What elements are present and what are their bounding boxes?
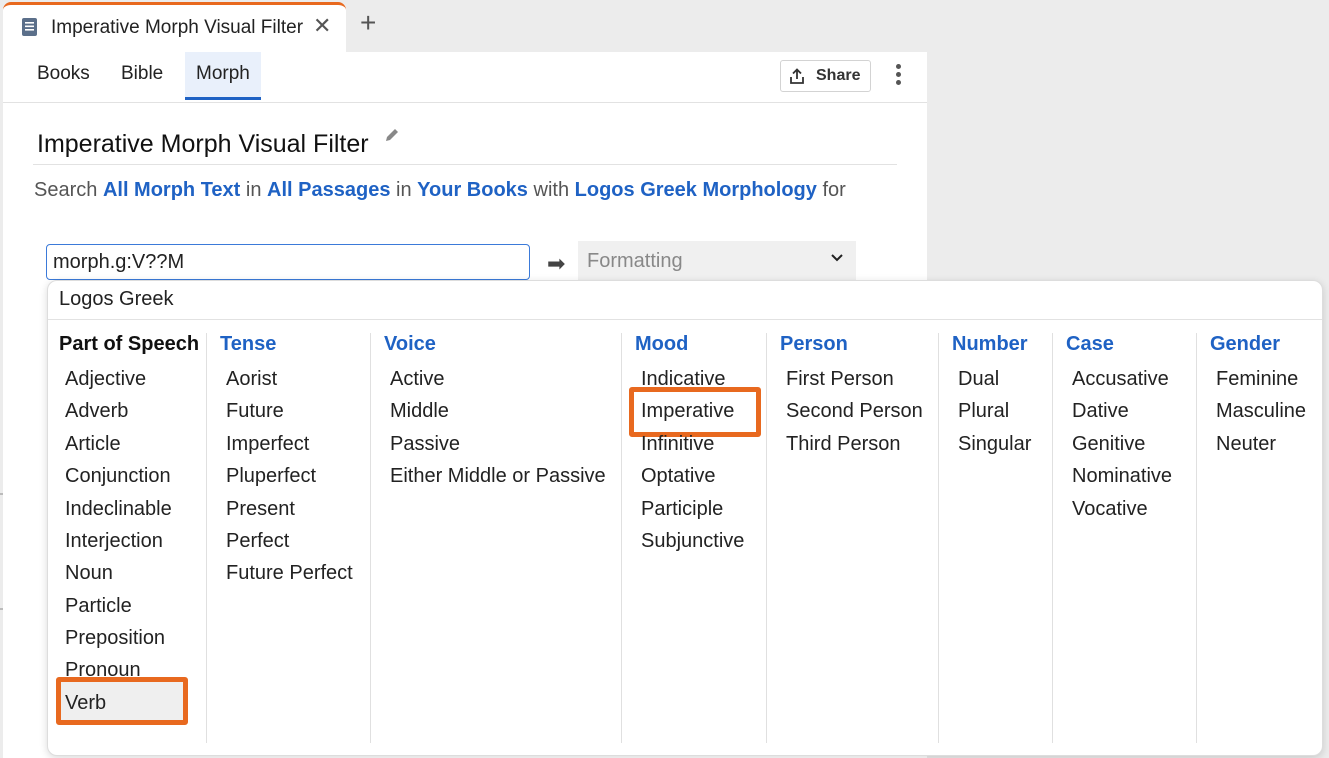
share-button[interactable]: Share	[780, 60, 871, 92]
column-head[interactable]: Gender	[1210, 333, 1280, 356]
option-item[interactable]: Accusative	[1072, 368, 1169, 391]
column-part-of-speech: Part of Speech Adjective Adverb Article …	[48, 333, 206, 743]
option-item[interactable]: Preposition	[65, 627, 165, 650]
option-item[interactable]: Feminine	[1216, 368, 1298, 391]
column-head[interactable]: Case	[1066, 333, 1114, 356]
option-item[interactable]: Interjection	[65, 530, 163, 553]
nav-tabs: Books Bible Morph Share	[3, 52, 927, 103]
arrow-right-icon: ➡	[547, 251, 566, 276]
option-item[interactable]: Neuter	[1216, 433, 1276, 456]
option-item[interactable]: Particle	[65, 595, 132, 618]
option-item[interactable]: Participle	[641, 498, 723, 521]
column-person: Person First Person Second Person Third …	[766, 333, 939, 743]
morphology-name: Logos Greek	[59, 288, 174, 310]
morph-query-input[interactable]	[46, 244, 530, 280]
column-head[interactable]: Number	[952, 333, 1028, 356]
option-item[interactable]: Optative	[641, 465, 715, 488]
column-head[interactable]: Voice	[384, 333, 436, 356]
option-item[interactable]: Masculine	[1216, 400, 1306, 423]
search-description: Search All Morph Text in All Passages in…	[34, 179, 846, 202]
option-item[interactable]: Nominative	[1072, 465, 1172, 488]
option-item[interactable]: Either Middle or Passive	[390, 465, 606, 488]
option-item[interactable]: Indeclinable	[65, 498, 172, 521]
search-word: for	[822, 179, 846, 201]
option-item[interactable]: Plural	[958, 400, 1009, 423]
tab-books[interactable]: Books	[26, 52, 101, 100]
formatting-select-label: Formatting	[587, 250, 683, 272]
formatting-select[interactable]: Formatting	[578, 241, 856, 281]
chevron-down-icon	[831, 254, 843, 262]
morph-picker-dropdown: Logos Greek Part of Speech Adjective Adv…	[47, 280, 1323, 756]
search-word: in	[396, 179, 412, 201]
option-item[interactable]: Dative	[1072, 400, 1129, 423]
tab-strip: Imperative Morph Visual Filter ✕ +	[0, 0, 1329, 52]
more-options-icon[interactable]	[891, 64, 905, 90]
option-item[interactable]: Adverb	[65, 400, 128, 423]
column-head[interactable]: Tense	[220, 333, 276, 356]
option-item-selected[interactable]: Imperative	[641, 400, 734, 423]
option-item[interactable]: Singular	[958, 433, 1031, 456]
search-word: in	[245, 179, 262, 201]
column-number: Number Dual Plural Singular	[938, 333, 1053, 743]
tab-bible[interactable]: Bible	[110, 52, 174, 100]
dropdown-divider	[48, 319, 1322, 320]
option-item-selected[interactable]: Verb	[65, 692, 106, 715]
option-item[interactable]: Subjunctive	[641, 530, 744, 553]
option-item[interactable]: Vocative	[1072, 498, 1148, 521]
new-tab-icon[interactable]: +	[360, 8, 376, 38]
option-item[interactable]: Infinitive	[641, 433, 714, 456]
column-gender: Gender Feminine Masculine Neuter	[1196, 333, 1323, 743]
document-icon	[22, 18, 37, 36]
document-tab-title: Imperative Morph Visual Filter	[51, 17, 304, 38]
edge-mark	[0, 608, 3, 610]
column-head[interactable]: Person	[780, 333, 848, 356]
column-voice: Voice Active Middle Passive Either Middl…	[370, 333, 622, 743]
document-tab[interactable]: Imperative Morph Visual Filter ✕	[3, 2, 346, 52]
column-case: Case Accusative Dative Genitive Nominati…	[1052, 333, 1197, 743]
search-word: with	[533, 179, 570, 201]
share-icon	[790, 68, 804, 84]
page-title: Imperative Morph Visual Filter	[37, 130, 369, 158]
link-morphology[interactable]: Logos Greek Morphology	[575, 179, 817, 201]
link-morph-text[interactable]: All Morph Text	[103, 179, 240, 201]
option-item[interactable]: Middle	[390, 400, 449, 423]
option-item[interactable]: Future Perfect	[226, 562, 353, 585]
option-item[interactable]: Imperfect	[226, 433, 309, 456]
option-item[interactable]: Genitive	[1072, 433, 1145, 456]
option-item[interactable]: Second Person	[786, 400, 923, 423]
close-icon[interactable]: ✕	[313, 13, 331, 39]
option-item[interactable]: Future	[226, 400, 284, 423]
column-head[interactable]: Mood	[635, 333, 688, 356]
column-head: Part of Speech	[59, 333, 200, 355]
link-passages[interactable]: All Passages	[267, 179, 390, 201]
share-button-label: Share	[816, 67, 861, 84]
option-item[interactable]: First Person	[786, 368, 894, 391]
column-mood: Mood Indicative Imperative Infinitive Op…	[621, 333, 767, 743]
option-item[interactable]: Third Person	[786, 433, 901, 456]
option-item[interactable]: Adjective	[65, 368, 146, 391]
option-item[interactable]: Present	[226, 498, 295, 521]
option-item[interactable]: Perfect	[226, 530, 289, 553]
option-item[interactable]: Aorist	[226, 368, 277, 391]
option-item[interactable]: Pluperfect	[226, 465, 316, 488]
search-word: Search	[34, 179, 98, 201]
pencil-icon[interactable]	[383, 126, 401, 144]
option-item[interactable]: Article	[65, 433, 121, 456]
option-item[interactable]: Noun	[65, 562, 113, 585]
option-item[interactable]: Conjunction	[65, 465, 171, 488]
edge-mark	[0, 493, 3, 495]
option-item[interactable]: Passive	[390, 433, 460, 456]
tab-morph[interactable]: Morph	[185, 52, 261, 100]
option-item[interactable]: Dual	[958, 368, 999, 391]
title-divider	[33, 164, 897, 165]
link-books[interactable]: Your Books	[417, 179, 528, 201]
column-tense: Tense Aorist Future Imperfect Pluperfect…	[206, 333, 371, 743]
option-item[interactable]: Active	[390, 368, 444, 391]
option-item[interactable]: Pronoun	[65, 659, 141, 682]
